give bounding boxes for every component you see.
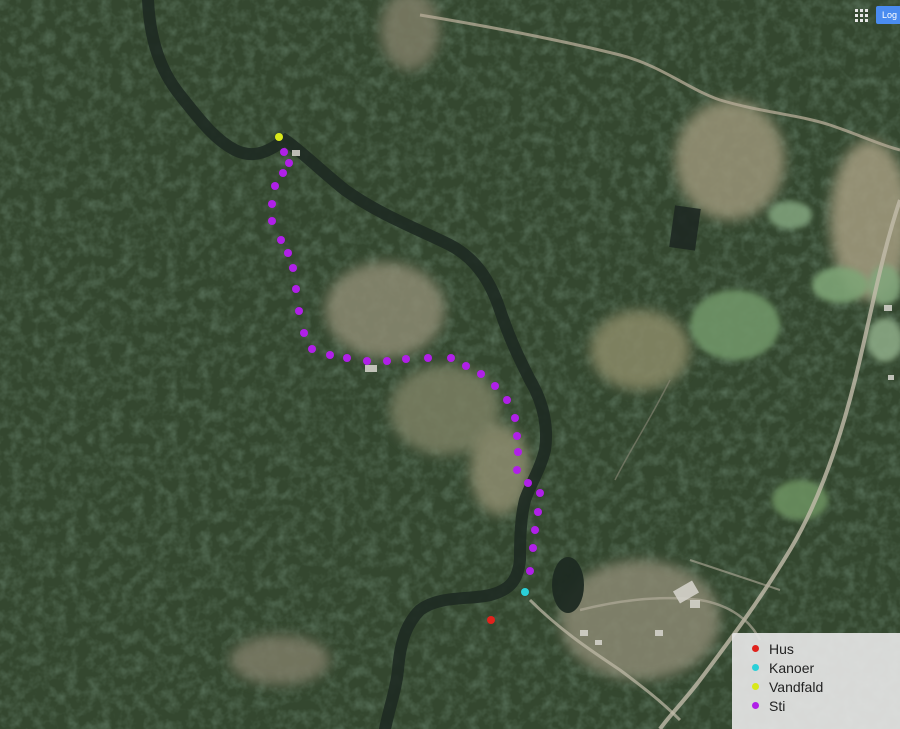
sti-marker[interactable]	[536, 489, 544, 497]
sti-marker[interactable]	[308, 345, 316, 353]
sti-marker[interactable]	[513, 466, 521, 474]
sti-marker[interactable]	[268, 217, 276, 225]
sti-marker[interactable]	[462, 362, 470, 370]
sti-marker[interactable]	[300, 329, 308, 337]
sti-marker[interactable]	[526, 567, 534, 575]
sti-marker[interactable]	[402, 355, 410, 363]
kanoer-marker[interactable]	[521, 588, 529, 596]
legend-item-sti[interactable]: Sti	[732, 696, 900, 715]
sti-dot-icon	[752, 702, 759, 709]
sti-marker[interactable]	[531, 526, 539, 534]
satellite-map[interactable]: Log in Hus Kanoer Vandfald Sti	[0, 0, 900, 729]
apps-grid-icon[interactable]	[853, 7, 869, 23]
trail-overlay	[268, 133, 544, 624]
sti-marker[interactable]	[326, 351, 334, 359]
kanoer-dot-icon	[752, 664, 759, 671]
vandfald-marker[interactable]	[275, 133, 283, 141]
sti-marker[interactable]	[289, 264, 297, 272]
sti-marker[interactable]	[280, 148, 288, 156]
legend-item-vandfald[interactable]: Vandfald	[732, 677, 900, 696]
sti-marker[interactable]	[534, 508, 542, 516]
sti-marker[interactable]	[491, 382, 499, 390]
vandfald-dot-icon	[752, 683, 759, 690]
sti-marker[interactable]	[279, 169, 287, 177]
hus-marker[interactable]	[487, 616, 495, 624]
legend-item-hus[interactable]: Hus	[732, 639, 900, 658]
map-legend: Hus Kanoer Vandfald Sti	[732, 633, 900, 729]
sti-marker[interactable]	[511, 414, 519, 422]
sti-marker[interactable]	[503, 396, 511, 404]
sti-marker[interactable]	[363, 357, 371, 365]
sti-marker[interactable]	[277, 236, 285, 244]
sti-marker[interactable]	[295, 307, 303, 315]
sti-marker[interactable]	[514, 448, 522, 456]
sti-marker[interactable]	[524, 479, 532, 487]
sti-marker[interactable]	[268, 200, 276, 208]
legend-label: Sti	[769, 697, 786, 714]
sti-marker[interactable]	[447, 354, 455, 362]
sti-marker[interactable]	[529, 544, 537, 552]
sti-marker[interactable]	[477, 370, 485, 378]
hus-dot-icon	[752, 645, 759, 652]
sti-marker[interactable]	[424, 354, 432, 362]
sti-marker[interactable]	[292, 285, 300, 293]
legend-item-kanoer[interactable]: Kanoer	[732, 658, 900, 677]
legend-label: Hus	[769, 640, 794, 657]
legend-label: Kanoer	[769, 659, 815, 676]
sti-marker[interactable]	[284, 249, 292, 257]
sti-marker[interactable]	[285, 159, 293, 167]
sti-marker[interactable]	[271, 182, 279, 190]
login-button[interactable]: Log in	[876, 6, 900, 24]
sti-marker[interactable]	[513, 432, 521, 440]
sti-marker[interactable]	[383, 357, 391, 365]
legend-label: Vandfald	[769, 678, 824, 695]
sti-marker[interactable]	[343, 354, 351, 362]
